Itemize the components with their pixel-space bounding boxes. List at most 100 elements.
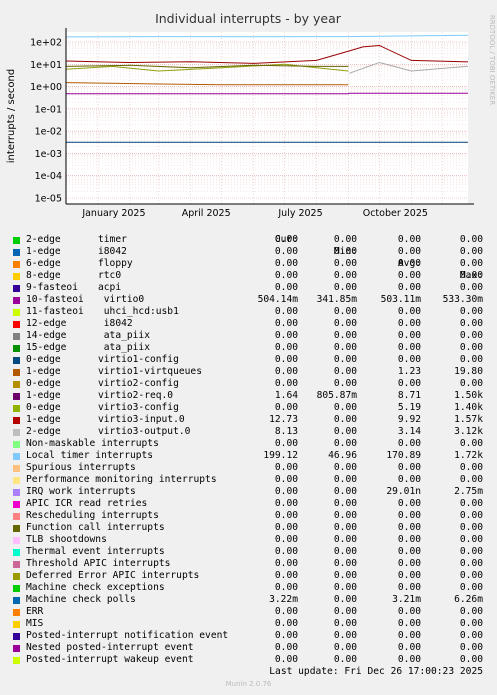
legend-name: Local timer interrupts: [26, 450, 154, 461]
legend-swatch: [13, 417, 20, 424]
legend-sub-name: uhci_hcd:usb1: [98, 306, 179, 317]
legend-avg: 0.00: [397, 234, 421, 245]
legend-max: 0.00: [459, 522, 483, 533]
legend-max: 0.00: [459, 630, 483, 641]
legend-row: 11-fasteoi uhci_hcd:usb1 0.00 0.00 0.00 0.00: [0, 306, 497, 318]
legend-sub-name: rtc0: [98, 270, 122, 281]
legend-swatch: [13, 309, 20, 316]
legend-min: 0.00: [333, 474, 357, 485]
legend-avg: 0.00: [397, 546, 421, 557]
munin-version: Munin 2.0.76: [225, 680, 272, 688]
legend-name: Nested posted-interrupt event: [26, 642, 194, 653]
legend-min: 0.00: [333, 618, 357, 629]
legend-swatch: [13, 501, 20, 508]
legend-swatch: [13, 525, 20, 532]
legend-max: 0.00: [459, 474, 483, 485]
legend-name: 11-fasteoi: [26, 306, 84, 317]
legend-swatch: [13, 645, 20, 652]
legend-name: Function call interrupts: [26, 522, 165, 533]
legend-swatch: [13, 333, 20, 340]
legend-swatch: [13, 513, 20, 520]
legend-avg: 0.00: [397, 282, 421, 293]
legend-name: 9-fasteoi: [26, 282, 78, 293]
legend-max: 0.00: [459, 246, 483, 257]
legend-row: 0-edge virtio3-config 0.00 0.00 5.19 1.40k: [0, 402, 497, 414]
legend-swatch: [13, 249, 20, 256]
legend-row: 0-edge virtio2-config 0.00 0.00 0.00 0.00: [0, 378, 497, 390]
legend-min: 0.00: [333, 498, 357, 509]
legend-avg: 3.21m: [392, 594, 421, 605]
legend-name: Machine check polls: [26, 594, 136, 605]
legend-name: TLB shootdowns: [26, 534, 107, 545]
legend-max: 0.00: [459, 234, 483, 245]
legend-max: 1.72k: [454, 450, 483, 461]
legend-name: 14-edge: [26, 330, 67, 341]
legend-swatch: [13, 297, 20, 304]
legend-name: Threshold APIC interrupts: [26, 558, 171, 569]
legend-max: 1.50k: [454, 390, 483, 401]
legend-max: 0.00: [459, 582, 483, 593]
legend-avg: 0.00: [397, 306, 421, 317]
legend-max: 0.00: [459, 438, 483, 449]
legend-row: 2-edge timer 0.00 0.00 0.00 0.00: [0, 234, 497, 246]
legend-row: 12-edge i8042 0.00 0.00 0.00 0.00: [0, 318, 497, 330]
legend-min: 0.00: [333, 366, 357, 377]
legend-avg: 0.00: [397, 654, 421, 665]
legend-min: 0.00: [333, 654, 357, 665]
legend-max: 0.00: [459, 354, 483, 365]
legend-row: Machine check exceptions 0.00 0.00 0.00 0.00: [0, 582, 497, 594]
legend-header: Cur: Min: Avg: Max:: [0, 222, 497, 281]
legend-swatch: [13, 489, 20, 496]
y-tick-label: 1e-05: [35, 194, 62, 205]
legend-swatch: [13, 453, 20, 460]
legend-min: 0.00: [333, 342, 357, 353]
legend-max: 6.26m: [454, 594, 483, 605]
legend-min: 0.00: [333, 558, 357, 569]
legend-sub-name: i8042: [98, 318, 133, 329]
legend-max: 0.00: [459, 654, 483, 665]
legend-name: Thermal event interrupts: [26, 546, 165, 557]
legend-name: Posted-interrupt wakeup event: [26, 654, 194, 665]
legend-swatch: [13, 357, 20, 364]
x-tick-label: October 2025: [363, 208, 428, 219]
legend-swatch: [13, 285, 20, 292]
legend-max: 0.00: [459, 558, 483, 569]
legend-row: TLB shootdowns 0.00 0.00 0.00 0.00: [0, 534, 497, 546]
legend-name: Deferred Error APIC interrupts: [26, 570, 200, 581]
legend-swatch: [13, 609, 20, 616]
legend-sub-name: timer: [98, 234, 127, 245]
legend-sub-name: ata_piix: [98, 330, 150, 341]
legend-swatch: [13, 429, 20, 436]
legend-swatch: [13, 561, 20, 568]
legend-sub-name: virtio1-virtqueues: [98, 366, 202, 377]
legend-swatch: [13, 393, 20, 400]
legend-max: 0.00: [459, 318, 483, 329]
legend-max: 1.40k: [454, 402, 483, 413]
legend-avg: 0.00: [397, 498, 421, 509]
chart-title: Individual interrupts - by year: [155, 11, 342, 26]
legend-min: 0.00: [333, 462, 357, 473]
legend-sub-name: virtio2-config: [98, 378, 179, 389]
legend-swatch: [13, 369, 20, 376]
legend-sub-name: virtio3-output.0: [98, 426, 191, 437]
legend-name: 2-edge: [26, 426, 61, 437]
chart: Individual interrupts - by year interrup…: [6, 11, 496, 219]
legend-avg: 0.00: [397, 606, 421, 617]
legend-sub-name: ata_piix: [98, 342, 150, 353]
legend-name: 8-edge: [26, 270, 61, 281]
legend-row: Posted-interrupt notification event 0.00 0…: [0, 630, 497, 642]
legend-swatch: [13, 633, 20, 640]
legend-max: 2.75m: [454, 486, 483, 497]
legend-swatch: [13, 321, 20, 328]
series-line: [66, 92, 468, 95]
legend-min: 0.00: [333, 606, 357, 617]
legend-swatch: [13, 273, 20, 280]
legend-avg: 0.00: [397, 642, 421, 653]
legend-sub-name: floppy: [98, 258, 133, 269]
legend-min: 0.00: [333, 642, 357, 653]
legend-row: Spurious interrupts 0.00 0.00 0.00 0.00: [0, 462, 497, 474]
legend-avg: 3.14: [397, 426, 421, 437]
legend-name: Spurious interrupts: [26, 462, 136, 473]
legend-row: 8-edge rtc0 0.00 0.00 0.00 0.00: [0, 270, 497, 282]
legend-name: 0-edge: [26, 402, 61, 413]
